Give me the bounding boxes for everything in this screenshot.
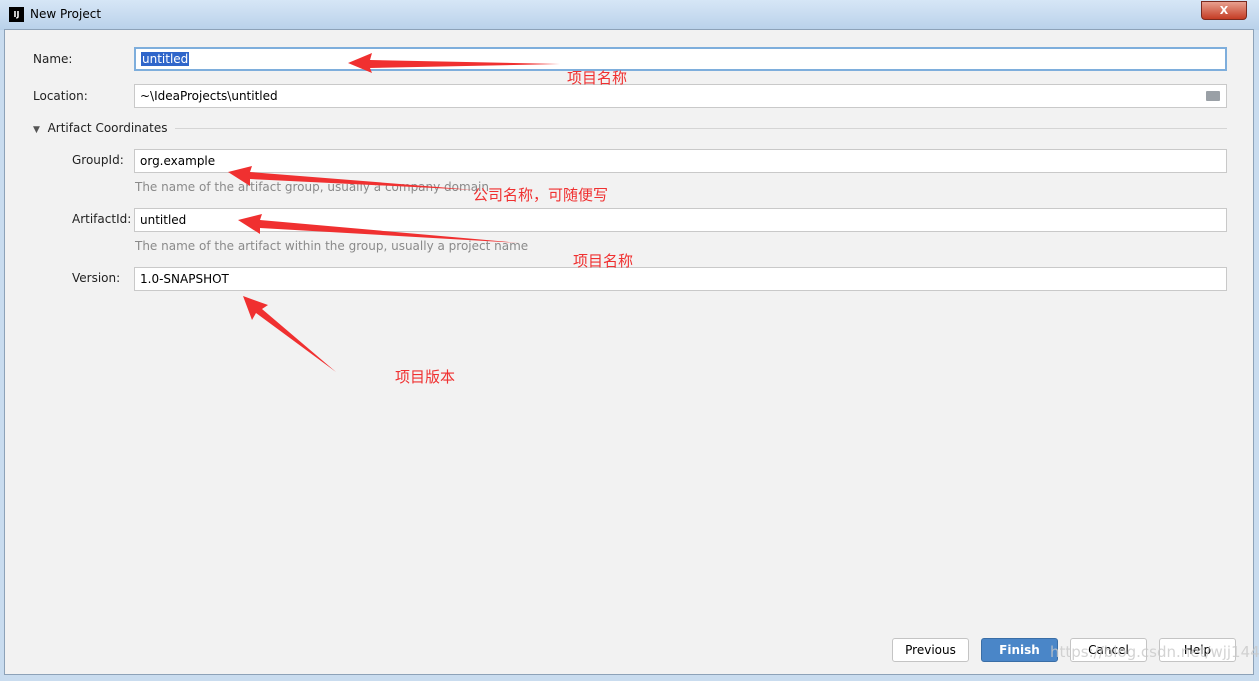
annotation-name: 项目名称 (567, 69, 628, 87)
arrow-groupid (228, 166, 475, 190)
arrow-artifactid (238, 214, 520, 243)
annotation-groupid: 公司名称，可随便写 (473, 186, 609, 204)
previous-button[interactable]: Previous (892, 638, 969, 662)
arrow-name (348, 53, 560, 73)
annotation-artifactid: 项目名称 (573, 252, 634, 270)
annotation-version: 项目版本 (395, 368, 456, 386)
finish-button[interactable]: Finish (981, 638, 1058, 662)
watermark: https://blog.csdn.net/wjj1442 (1050, 643, 1259, 661)
annotation-arrows (228, 53, 560, 372)
arrow-version (243, 296, 336, 372)
